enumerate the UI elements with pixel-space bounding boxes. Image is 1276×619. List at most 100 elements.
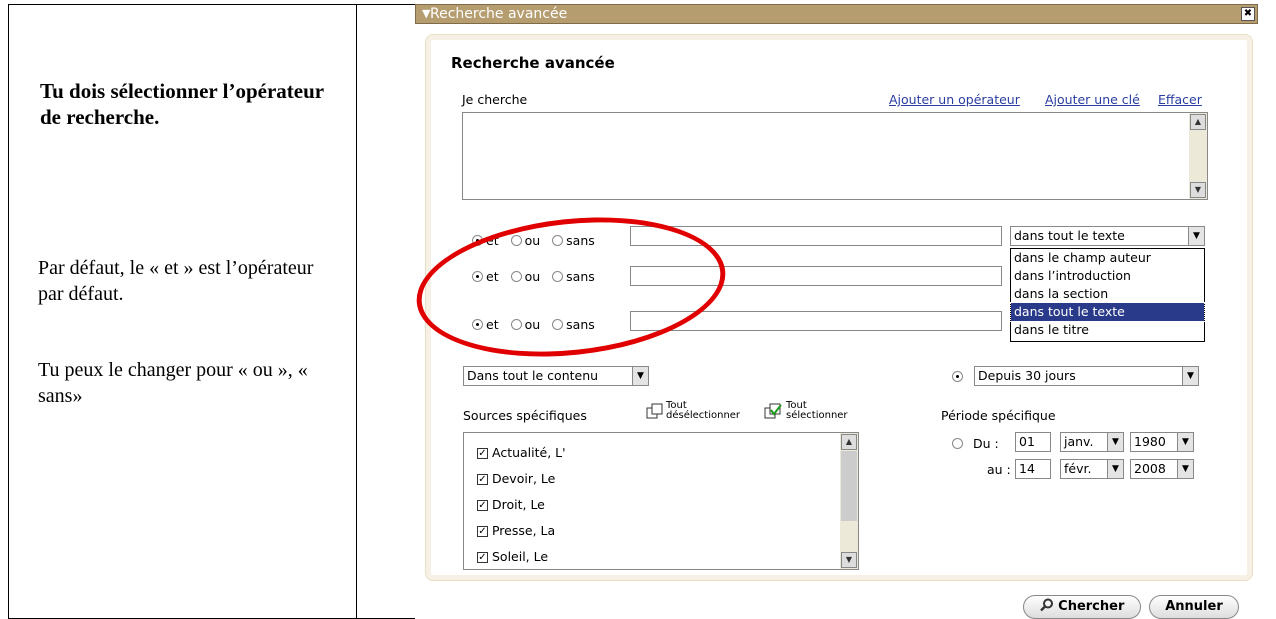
- deselect-all-line2: désélectionner: [666, 410, 741, 421]
- add-key-link[interactable]: Ajouter une clé: [1045, 92, 1140, 107]
- search-button[interactable]: Chercher: [1023, 595, 1141, 619]
- scroll-down-icon[interactable]: ▼: [1190, 182, 1206, 198]
- radio-recent-period[interactable]: [952, 371, 963, 382]
- field-select[interactable]: dans tout le texte ▼: [1010, 226, 1205, 246]
- operator-row: et ou sans: [472, 316, 603, 338]
- select-all-icon: [764, 403, 782, 419]
- radio-label-et: et: [486, 233, 499, 248]
- checkbox-checked[interactable]: ✓: [477, 526, 488, 537]
- term-input[interactable]: [630, 226, 1002, 246]
- radio-et[interactable]: [472, 271, 483, 282]
- table-divider: [356, 5, 357, 618]
- cancel-button-label: Annuler: [1165, 599, 1223, 614]
- sources-scrollbar[interactable]: ▲ ▼: [840, 433, 858, 569]
- radio-sans[interactable]: [552, 235, 564, 246]
- list-item[interactable]: ✓ Devoir, Le: [477, 471, 555, 491]
- source-label: Presse, La: [491, 523, 556, 538]
- scroll-up-icon[interactable]: ▲: [841, 434, 857, 450]
- radio-label-sans: sans: [566, 317, 595, 332]
- radio-ou[interactable]: [510, 271, 522, 282]
- to-month-select[interactable]: févr. ▼: [1060, 459, 1124, 479]
- list-item[interactable]: ✓ Droit, Le: [477, 497, 545, 517]
- dropdown-option[interactable]: dans le champ auteur: [1011, 249, 1204, 267]
- radio-et[interactable]: [472, 235, 483, 246]
- sources-list: ✓ Actualité, L' ✓ Devoir, Le ✓ Droit, Le…: [463, 432, 859, 570]
- from-year-value: 1980: [1134, 434, 1166, 449]
- radio-label-ou: ou: [524, 233, 541, 248]
- to-year-select[interactable]: 2008 ▼: [1130, 459, 1194, 479]
- from-day-input[interactable]: 01: [1015, 432, 1051, 452]
- term-input[interactable]: [630, 266, 1002, 286]
- dialog-content: Recherche avancée Je cherche Ajouter un …: [415, 4, 1272, 619]
- magnifier-icon: [1039, 598, 1053, 612]
- list-item[interactable]: ✓ Actualité, L': [477, 445, 566, 465]
- deselect-all-icon: [646, 403, 663, 419]
- checkbox-checked[interactable]: ✓: [477, 552, 488, 563]
- scroll-thumb[interactable]: [841, 451, 857, 521]
- source-label: Soleil, Le: [491, 549, 549, 564]
- add-operator-link[interactable]: Ajouter un opérateur: [889, 92, 1020, 107]
- to-year-value: 2008: [1134, 461, 1166, 476]
- search-textarea[interactable]: ▲ ▼: [462, 112, 1208, 200]
- dropdown-arrow-icon[interactable]: ▼: [632, 367, 648, 385]
- to-day-input[interactable]: 14: [1015, 459, 1051, 479]
- dropdown-option-selected[interactable]: dans tout le texte: [1010, 302, 1205, 322]
- dropdown-option[interactable]: dans la section: [1011, 285, 1204, 303]
- radio-label-ou: ou: [524, 317, 541, 332]
- instruction-paragraph-change: Tu peux le changer pour « ou », « sans»: [38, 359, 308, 407]
- checkbox-checked[interactable]: ✓: [477, 448, 488, 459]
- operator-row: et ou sans: [472, 232, 603, 254]
- from-month-select[interactable]: janv. ▼: [1060, 432, 1124, 452]
- scroll-up-icon[interactable]: ▲: [1190, 114, 1206, 130]
- list-item[interactable]: ✓ Soleil, Le: [477, 549, 548, 569]
- from-year-select[interactable]: 1980 ▼: [1130, 432, 1194, 452]
- select-all-line2: sélectionner: [786, 410, 848, 421]
- checkbox-checked[interactable]: ✓: [477, 500, 488, 511]
- operator-row: et ou sans: [472, 268, 603, 290]
- content-select-value: Dans tout le contenu: [467, 368, 599, 383]
- clear-link[interactable]: Effacer: [1158, 92, 1202, 107]
- dropdown-arrow-icon[interactable]: ▼: [1107, 433, 1123, 451]
- radio-label-et: et: [486, 269, 499, 284]
- content-select[interactable]: Dans tout le contenu ▼: [463, 366, 649, 386]
- scroll-down-icon[interactable]: ▼: [841, 552, 857, 568]
- to-month-value: févr.: [1064, 461, 1092, 476]
- sources-label: Sources spécifiques: [463, 408, 587, 423]
- from-label: Du :: [973, 436, 999, 451]
- field-dropdown-list: dans le champ auteur dans l’introduction…: [1010, 248, 1205, 342]
- period-select[interactable]: Depuis 30 jours ▼: [974, 366, 1199, 386]
- dropdown-option[interactable]: dans l’introduction: [1011, 267, 1204, 285]
- source-label: Devoir, Le: [491, 471, 556, 486]
- radio-sans[interactable]: [552, 271, 564, 282]
- dropdown-arrow-icon[interactable]: ▼: [1107, 460, 1123, 478]
- to-label: au :: [987, 462, 1011, 477]
- cancel-button[interactable]: Annuler: [1149, 595, 1239, 619]
- checkbox-checked[interactable]: ✓: [477, 474, 488, 485]
- radio-label-sans: sans: [566, 233, 595, 248]
- radio-ou[interactable]: [510, 319, 522, 330]
- radio-specific-period[interactable]: [952, 438, 963, 449]
- dropdown-arrow-icon[interactable]: ▼: [1182, 367, 1198, 385]
- radio-ou[interactable]: [510, 235, 522, 246]
- field-select-value: dans tout le texte: [1014, 228, 1125, 243]
- instruction-heading: Tu dois sélectionner l’opérateur de rech…: [40, 79, 324, 129]
- radio-label-sans: sans: [566, 269, 595, 284]
- search-label: Je cherche: [462, 92, 528, 107]
- panel-title: Recherche avancée: [451, 54, 615, 72]
- list-item[interactable]: ✓ Presse, La: [477, 523, 555, 543]
- search-button-label: Chercher: [1058, 599, 1125, 614]
- term-input[interactable]: [630, 311, 1002, 331]
- period-label: Période spécifique: [941, 408, 1056, 423]
- dropdown-arrow-icon[interactable]: ▼: [1188, 227, 1204, 245]
- source-label: Droit, Le: [491, 497, 545, 512]
- dropdown-option[interactable]: dans le titre: [1011, 321, 1204, 339]
- radio-sans[interactable]: [552, 319, 564, 330]
- instruction-paragraph-default: Par défaut, le « et » est l’opérateur pa…: [38, 257, 314, 305]
- source-label: Actualité, L': [491, 445, 566, 460]
- textarea-scrollbar[interactable]: ▲ ▼: [1189, 113, 1207, 199]
- radio-label-et: et: [486, 317, 499, 332]
- period-select-value: Depuis 30 jours: [978, 368, 1076, 383]
- radio-et[interactable]: [472, 319, 483, 330]
- dropdown-arrow-icon[interactable]: ▼: [1177, 433, 1193, 451]
- dropdown-arrow-icon[interactable]: ▼: [1177, 460, 1193, 478]
